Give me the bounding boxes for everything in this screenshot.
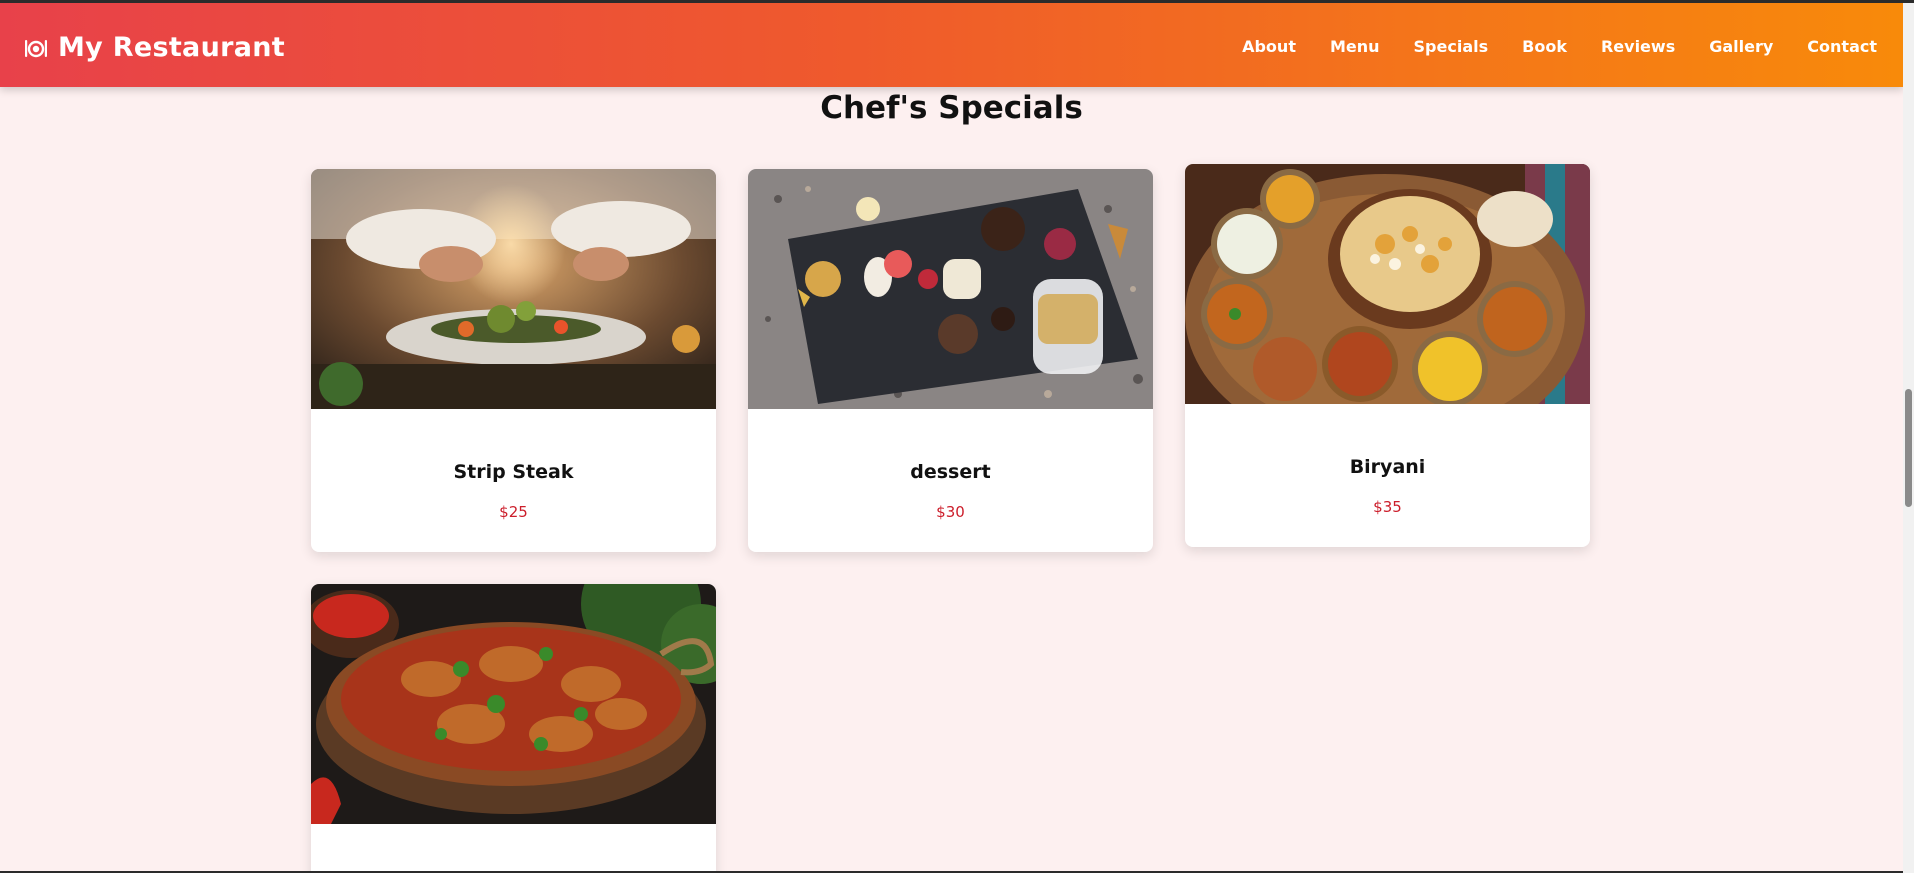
nav-link-gallery[interactable]: Gallery xyxy=(1709,37,1773,56)
site-header: My Restaurant About Menu Specials Book R… xyxy=(0,3,1903,87)
special-name: Strip Steak xyxy=(453,461,574,483)
nav-link-reviews[interactable]: Reviews xyxy=(1601,37,1675,56)
special-name: Biryani xyxy=(1349,456,1426,478)
special-price: $30 xyxy=(936,503,965,521)
dessert-platter-photo xyxy=(748,169,1153,409)
curry-pan-photo xyxy=(311,584,716,824)
special-card[interactable] xyxy=(311,584,716,873)
nav-link-about[interactable]: About xyxy=(1242,37,1296,56)
brand-logo[interactable]: My Restaurant xyxy=(24,32,285,63)
chef-plating-dish-photo xyxy=(311,169,716,409)
special-card[interactable]: Biryani $35 xyxy=(1185,164,1590,547)
special-name: dessert xyxy=(910,461,991,483)
plate-cutlery-icon xyxy=(24,36,48,60)
special-card[interactable]: Strip Steak $25 xyxy=(311,169,716,552)
biryani-thali-photo xyxy=(1185,164,1590,404)
brand-name: My Restaurant xyxy=(58,32,285,63)
nav-link-contact[interactable]: Contact xyxy=(1807,37,1877,56)
main-nav: About Menu Specials Book Reviews Gallery… xyxy=(1242,37,1877,56)
section-title: Chef's Specials xyxy=(820,90,1083,126)
special-price: $25 xyxy=(499,503,528,521)
nav-link-menu[interactable]: Menu xyxy=(1330,37,1380,56)
scrollbar-thumb[interactable] xyxy=(1905,389,1912,507)
window-top-border xyxy=(0,0,1914,3)
special-card[interactable]: dessert $30 xyxy=(748,169,1153,552)
page-scrollbar[interactable] xyxy=(1903,3,1914,873)
special-price: $35 xyxy=(1373,498,1402,516)
nav-link-specials[interactable]: Specials xyxy=(1414,37,1489,56)
nav-link-book[interactable]: Book xyxy=(1522,37,1567,56)
